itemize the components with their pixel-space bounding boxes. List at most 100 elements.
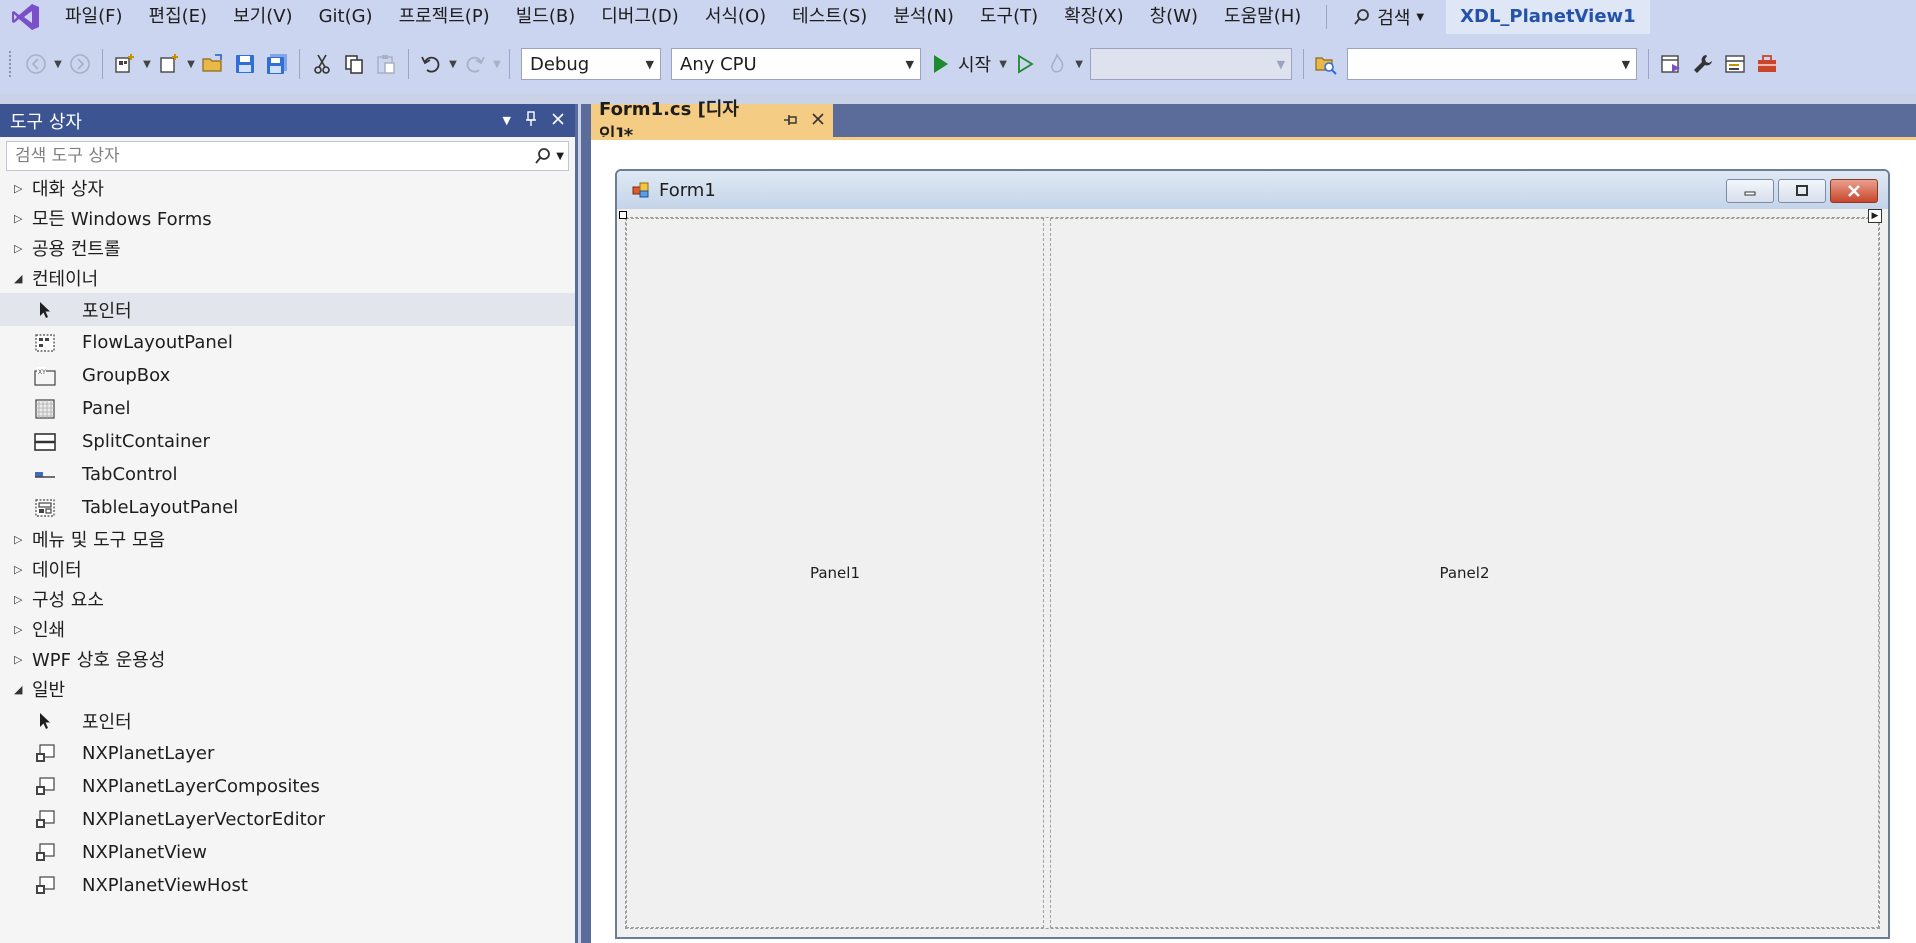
menu-analyze[interactable]: 분석(N) — [880, 0, 967, 34]
category-all-windows-forms[interactable]: ▷ 모든 Windows Forms — [0, 203, 575, 233]
cut-icon[interactable] — [306, 48, 338, 80]
tool-item-tablelayoutpanel[interactable]: TableLayoutPanel — [0, 491, 575, 524]
expand-triangle-icon[interactable]: ▷ — [14, 593, 32, 606]
find-combo[interactable]: ▼ — [1347, 48, 1638, 80]
add-item-dropdown-icon[interactable]: ▼ — [185, 48, 197, 80]
toolbar-grip[interactable] — [8, 50, 12, 78]
tool-item-tabcontrol[interactable]: TabControl — [0, 458, 575, 491]
tool-item-groupbox[interactable]: XY GroupBox — [0, 359, 575, 392]
form-titlebar[interactable]: Form1 — [617, 171, 1888, 209]
designer-surface[interactable]: Form1 Panel1 Panel2 ▶ — [591, 137, 1916, 943]
tool-item-nxplanetlayer[interactable]: NXPlanetLayer — [0, 737, 575, 770]
tool-item-nxplanetlayercomposites[interactable]: NXPlanetLayerComposites — [0, 770, 575, 803]
tab-form1-designer[interactable]: Form1.cs [디자인]* — [591, 99, 833, 146]
category-components[interactable]: ▷ 구성 요소 — [0, 584, 575, 614]
category-dialogs[interactable]: ▷ 대화 상자 — [0, 173, 575, 203]
redo-dropdown-icon[interactable]: ▼ — [491, 48, 503, 80]
back-icon[interactable] — [20, 48, 52, 80]
menu-help[interactable]: 도움말(H) — [1211, 0, 1314, 34]
menu-edit[interactable]: 편집(E) — [136, 0, 221, 34]
toolbox-briefcase-icon[interactable] — [1751, 48, 1783, 80]
tool-item-pointer[interactable]: 포인터 — [0, 704, 575, 737]
expand-triangle-icon[interactable]: ▷ — [14, 563, 32, 576]
tool-item-flowlayoutpanel[interactable]: FlowLayoutPanel — [0, 326, 575, 359]
tool-item-pointer[interactable]: 포인터 — [0, 293, 575, 326]
pin-icon[interactable] — [525, 110, 537, 131]
category-general[interactable]: ◢ 일반 — [0, 674, 575, 704]
add-item-icon[interactable] — [153, 48, 185, 80]
back-dropdown-icon[interactable]: ▼ — [52, 48, 64, 80]
forward-icon[interactable] — [64, 48, 96, 80]
menu-test[interactable]: 테스트(S) — [779, 0, 880, 34]
form1-window[interactable]: Form1 Panel1 Panel2 ▶ — [615, 169, 1890, 939]
category-data[interactable]: ▷ 데이터 — [0, 554, 575, 584]
platform-select[interactable]: Any CPU ▼ — [671, 48, 921, 80]
search-options-dropdown-icon[interactable]: ▼ — [556, 151, 564, 162]
selection-handle[interactable] — [619, 211, 627, 219]
menu-file[interactable]: 파일(F) — [52, 0, 136, 34]
solution-explorer-icon[interactable] — [1655, 48, 1687, 80]
category-menus-toolbars[interactable]: ▷ 메뉴 및 도구 모음 — [0, 524, 575, 554]
paste-icon[interactable] — [370, 48, 402, 80]
menu-tools[interactable]: 도구(T) — [967, 0, 1051, 34]
tool-item-panel[interactable]: Panel — [0, 392, 575, 425]
toolbox-search-input[interactable] — [15, 146, 495, 166]
category-printing[interactable]: ▷ 인쇄 — [0, 614, 575, 644]
menu-extensions[interactable]: 확장(X) — [1051, 0, 1137, 34]
maximize-button[interactable] — [1778, 179, 1826, 203]
close-button[interactable] — [1830, 179, 1878, 203]
category-common-controls[interactable]: ▷ 공용 컨트롤 — [0, 233, 575, 263]
new-project-icon[interactable] — [109, 48, 141, 80]
expand-triangle-icon[interactable]: ▷ — [14, 242, 32, 255]
hot-reload-dropdown-icon[interactable]: ▼ — [1073, 48, 1085, 80]
expand-triangle-icon[interactable]: ▷ — [14, 653, 32, 666]
tool-item-nxplanetlayervectoreditor[interactable]: NXPlanetLayerVectorEditor — [0, 803, 575, 836]
configuration-select[interactable]: Debug ▼ — [521, 48, 661, 80]
open-folder-icon[interactable] — [197, 48, 229, 80]
panel2[interactable]: Panel2 — [1050, 218, 1879, 928]
expand-triangle-icon[interactable]: ▷ — [14, 212, 32, 225]
tool-item-splitcontainer[interactable]: SplitContainer — [0, 425, 575, 458]
save-all-icon[interactable] — [261, 48, 293, 80]
tool-item-nxplanetviewhost[interactable]: NXPlanetViewHost — [0, 869, 575, 902]
start-without-debugging-icon[interactable] — [1009, 48, 1041, 80]
start-dropdown-icon[interactable]: ▼ — [997, 48, 1009, 80]
minimize-button[interactable] — [1726, 179, 1774, 203]
visual-studio-logo-icon[interactable] — [0, 0, 52, 34]
expand-triangle-icon[interactable]: ▷ — [14, 623, 32, 636]
find-in-files-icon[interactable] — [1310, 48, 1342, 80]
hot-reload-icon[interactable] — [1041, 48, 1073, 80]
menu-git[interactable]: Git(G) — [306, 0, 386, 34]
undo-icon[interactable] — [415, 48, 447, 80]
expand-triangle-icon[interactable]: ▷ — [14, 533, 32, 546]
menu-window[interactable]: 창(W) — [1137, 0, 1211, 34]
pin-icon[interactable] — [783, 110, 799, 131]
menu-build[interactable]: 빌드(B) — [503, 0, 589, 34]
menu-format[interactable]: 서식(O) — [692, 0, 779, 34]
search-menu[interactable]: 검색 ▼ — [1339, 0, 1438, 34]
undo-dropdown-icon[interactable]: ▼ — [447, 48, 459, 80]
new-project-dropdown-icon[interactable]: ▼ — [141, 48, 153, 80]
smart-tag-arrow-icon[interactable]: ▶ — [1868, 209, 1882, 223]
menu-debug[interactable]: 디버그(D) — [588, 0, 692, 34]
close-icon[interactable] — [551, 111, 565, 130]
category-containers[interactable]: ◢ 컨테이너 — [0, 263, 575, 293]
collapse-triangle-icon[interactable]: ◢ — [14, 272, 32, 285]
startup-item-select[interactable]: ▼ — [1090, 48, 1293, 80]
search-icon[interactable] — [534, 147, 552, 165]
redo-icon[interactable] — [459, 48, 491, 80]
save-icon[interactable] — [229, 48, 261, 80]
copy-icon[interactable] — [338, 48, 370, 80]
category-wpf-interop[interactable]: ▷ WPF 상호 운용성 — [0, 644, 575, 674]
properties-window-icon[interactable] — [1719, 48, 1751, 80]
tool-item-nxplanetview[interactable]: NXPlanetView — [0, 836, 575, 869]
menu-view[interactable]: 보기(V) — [220, 0, 305, 34]
expand-triangle-icon[interactable]: ▷ — [14, 182, 32, 195]
start-debugging-button[interactable]: 시작 — [926, 48, 997, 80]
panel1[interactable]: Panel1 — [626, 218, 1044, 928]
split-container[interactable]: Panel1 Panel2 — [625, 217, 1880, 929]
menu-project[interactable]: 프로젝트(P) — [386, 0, 503, 34]
close-icon[interactable] — [811, 110, 825, 131]
window-position-dropdown-icon[interactable]: ▼ — [503, 114, 511, 127]
properties-wrench-icon[interactable] — [1687, 48, 1719, 80]
